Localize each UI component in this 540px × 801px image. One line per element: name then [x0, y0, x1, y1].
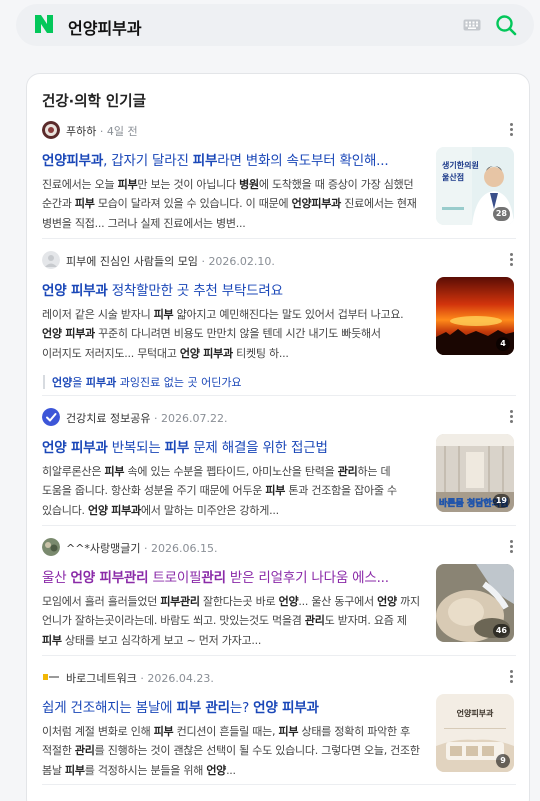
- post-title[interactable]: 언양 피부과 정착할만한 곳 추천 부탁드려요: [42, 279, 422, 299]
- post-thumbnail[interactable]: 4: [436, 277, 514, 355]
- post-date: 2026.04.23.: [147, 672, 214, 685]
- search-icon[interactable]: [495, 14, 517, 36]
- post-item[interactable]: ^^*사랑맹글기 · 2026.06.15. 울산 언양 피부관리 트로이필관리…: [42, 538, 516, 650]
- post-date: 2026.06.15.: [151, 542, 218, 555]
- naver-logo-icon[interactable]: [34, 14, 54, 34]
- section-title: 건강·의학 인기글: [42, 94, 146, 110]
- post-date: 2026.07.22.: [160, 412, 228, 425]
- divider: [42, 784, 516, 785]
- post-title[interactable]: 쉽게 건조해지는 봄날에 피부 관리는? 언양 피부과: [42, 696, 422, 716]
- post-header: 바로그네트워크 · 2026.04.23.: [42, 668, 516, 688]
- image-count-badge: 46: [492, 624, 510, 638]
- more-options-icon[interactable]: [510, 670, 514, 684]
- author-name[interactable]: 건강치료 정보공유: [66, 412, 150, 425]
- post-item[interactable]: 푸하하 · 4일 전 언양피부과, 갑자기 달라진 피부라면 변화의 속도부터 …: [42, 121, 516, 233]
- post-date: 2026.02.10.: [208, 255, 275, 268]
- thumbnail-text: 언양피부과: [457, 708, 494, 718]
- post-snippet[interactable]: 히알루론산은 피부 속에 있는 수분을 펩타이드, 아미노산을 탄력을 관리하는…: [42, 462, 422, 522]
- post-item[interactable]: 바로그네트워크 · 2026.04.23. 쉽게 건조해지는 봄날에 피부 관리…: [42, 668, 516, 780]
- thumbnail-text: 생기한의원: [442, 160, 479, 170]
- post-header: ^^*사랑맹글기 · 2026.06.15.: [42, 538, 516, 558]
- post-snippet[interactable]: 진료에서는 오늘 피부만 보는 것이 아닙니다 병원에 도착했을 때 증상이 가…: [42, 175, 422, 235]
- search-query[interactable]: 언양피부과: [68, 15, 142, 39]
- image-count-badge: 19: [492, 494, 510, 508]
- divider: [42, 655, 516, 656]
- divider: [42, 238, 516, 239]
- author-name[interactable]: 푸하하: [66, 125, 96, 138]
- keyboard-icon[interactable]: [463, 19, 481, 31]
- post-title[interactable]: 울산 언양 피부관리 트로이필관리 받은 리얼후기 나다움 에스...: [42, 566, 422, 586]
- post-item[interactable]: 피부에 진심인 사람들의 모임 · 2026.02.10. 언양 피부과 정착할…: [42, 251, 516, 401]
- avatar[interactable]: [42, 668, 60, 686]
- related-bar: [43, 375, 45, 389]
- post-title[interactable]: 언양 피부과 반복되는 피부 문제 해결을 위한 접근법: [42, 436, 422, 456]
- avatar[interactable]: [42, 121, 60, 139]
- post-snippet[interactable]: 모임에서 흘러 흘러들었던 피부관리 잘한다는곳 바로 언양... 울산 동구에…: [42, 592, 422, 652]
- post-snippet[interactable]: 레이저 같은 시술 받자니 피부 얇아지고 예민해진다는 말도 있어서 겁부터 …: [42, 305, 422, 365]
- author-name[interactable]: ^^*사랑맹글기: [66, 542, 141, 555]
- image-count-badge: 4: [496, 337, 510, 351]
- divider: [42, 395, 516, 396]
- image-count-badge: 28: [492, 207, 510, 221]
- post-title[interactable]: 언양피부과, 갑자기 달라진 피부라면 변화의 속도부터 확인해...: [42, 149, 422, 169]
- post-thumbnail[interactable]: 생기한의원 울산점 28: [436, 147, 514, 225]
- post-date: 4일 전: [106, 125, 138, 138]
- post-item[interactable]: 건강치료 정보공유 · 2026.07.22. 언양 피부과 반복되는 피부 문…: [42, 408, 516, 520]
- author-name[interactable]: 피부에 진심인 사람들의 모임: [66, 255, 198, 268]
- post-header: 푸하하 · 4일 전: [42, 121, 516, 141]
- avatar[interactable]: [42, 538, 60, 556]
- popular-posts-card: 건강·의학 인기글 푸하하 · 4일 전 언양피부과, 갑자기 달라진 피부라면…: [26, 73, 530, 801]
- post-thumbnail[interactable]: 바른몸 청담한의원 19: [436, 434, 514, 512]
- image-count-badge: 9: [496, 754, 510, 768]
- more-options-icon[interactable]: [510, 410, 514, 424]
- more-options-icon[interactable]: [510, 253, 514, 267]
- post-header: 건강치료 정보공유 · 2026.07.22.: [42, 408, 516, 428]
- author-name[interactable]: 바로그네트워크: [66, 672, 137, 685]
- post-snippet[interactable]: 이처럼 계절 변화로 인해 피부 컨디션이 흔들릴 때는, 피부 상태를 정확히…: [42, 722, 422, 782]
- svg-text:울산점: 울산점: [442, 172, 464, 182]
- avatar[interactable]: [42, 251, 60, 269]
- related-question-link[interactable]: 언양을 피부과 과잉진료 없는 곳 어딘가요: [52, 374, 242, 390]
- divider: [42, 525, 516, 526]
- more-options-icon[interactable]: [510, 540, 514, 554]
- post-thumbnail[interactable]: 언양피부과 9: [436, 694, 514, 772]
- post-header: 피부에 진심인 사람들의 모임 · 2026.02.10.: [42, 251, 516, 271]
- post-thumbnail[interactable]: 46: [436, 564, 514, 642]
- avatar[interactable]: [42, 408, 60, 426]
- more-options-icon[interactable]: [510, 123, 514, 137]
- search-bar[interactable]: 언양피부과: [16, 4, 534, 46]
- related-question[interactable]: 언양을 피부과 과잉진료 없는 곳 어딘가요: [42, 371, 516, 393]
